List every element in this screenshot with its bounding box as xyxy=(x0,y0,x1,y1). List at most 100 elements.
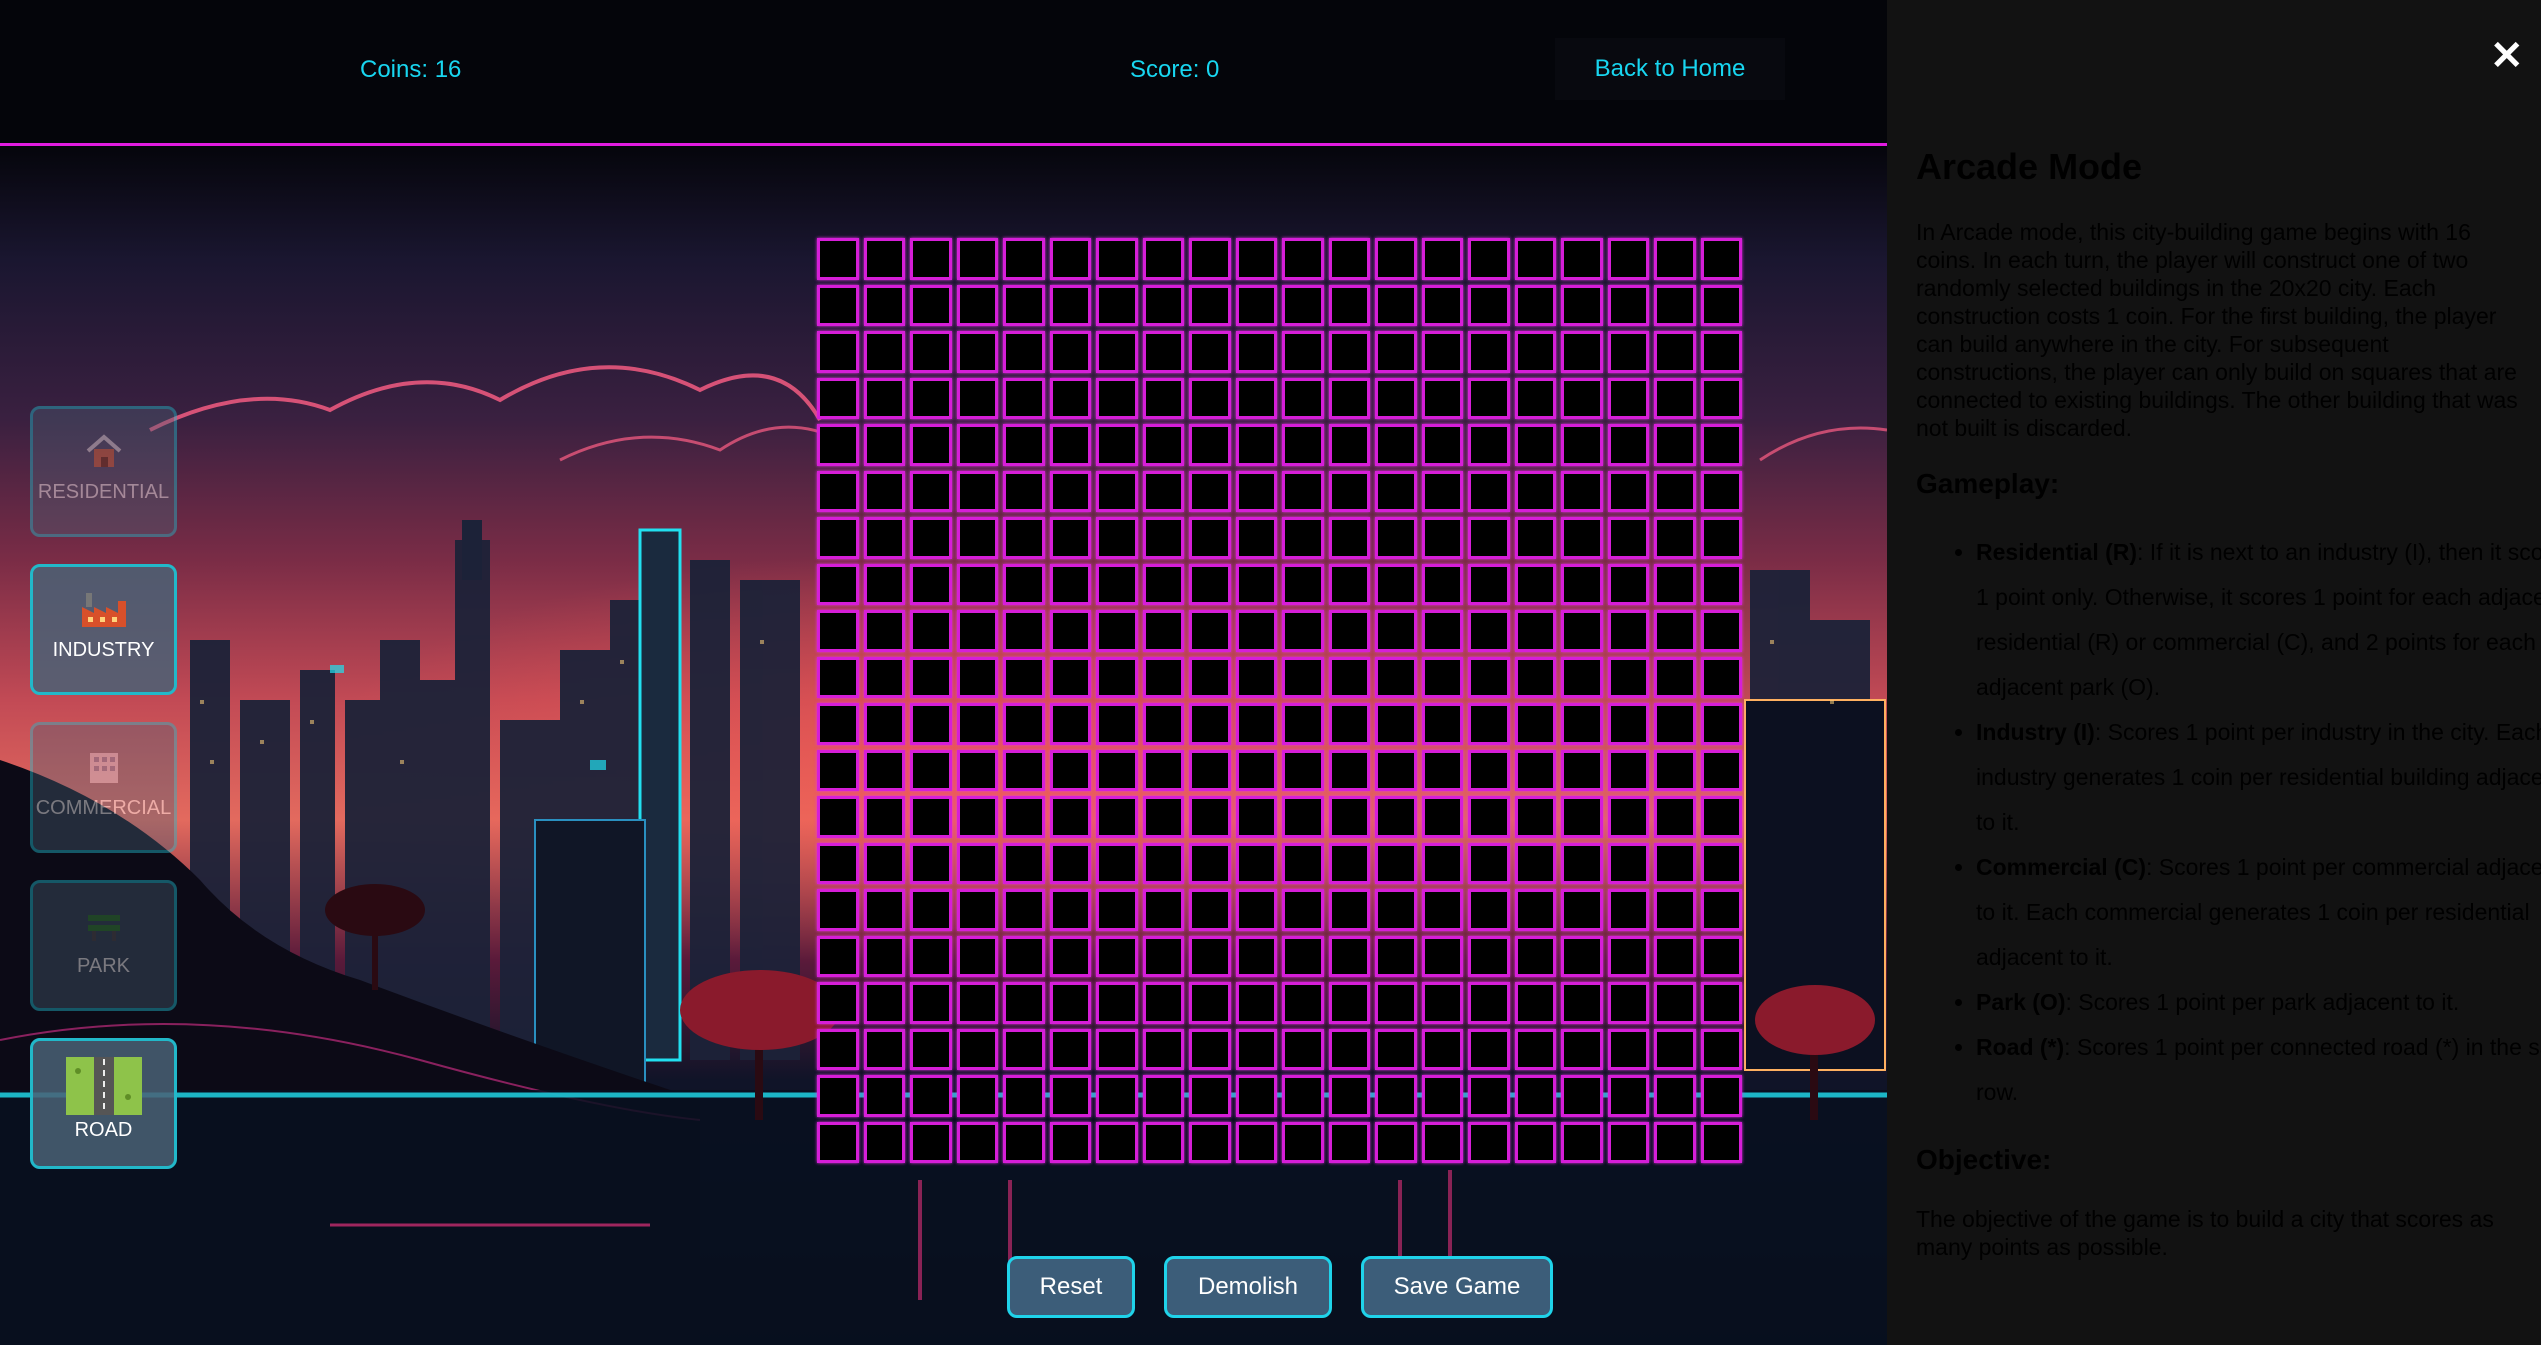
grid-cell[interactable] xyxy=(1328,284,1370,326)
grid-cell[interactable] xyxy=(1328,377,1370,419)
grid-cell[interactable] xyxy=(1282,703,1324,745)
grid-cell[interactable] xyxy=(1468,842,1510,884)
grid-cell[interactable] xyxy=(863,377,905,419)
grid-cell[interactable] xyxy=(863,563,905,605)
grid-cell[interactable] xyxy=(1375,935,1417,977)
grid-cell[interactable] xyxy=(1468,935,1510,977)
grid-cell[interactable] xyxy=(1142,1075,1184,1117)
grid-cell[interactable] xyxy=(863,470,905,512)
grid-cell[interactable] xyxy=(910,563,952,605)
grid-cell[interactable] xyxy=(1654,1121,1696,1163)
grid-cell[interactable] xyxy=(1235,284,1277,326)
grid-cell[interactable] xyxy=(1096,749,1138,791)
grid-cell[interactable] xyxy=(863,842,905,884)
grid-cell[interactable] xyxy=(863,238,905,280)
grid-cell[interactable] xyxy=(1096,377,1138,419)
grid-cell[interactable] xyxy=(1561,610,1603,652)
grid-cell[interactable] xyxy=(863,1028,905,1070)
grid-cell[interactable] xyxy=(1561,470,1603,512)
grid-cell[interactable] xyxy=(1654,284,1696,326)
grid-cell[interactable] xyxy=(1235,935,1277,977)
grid-cell[interactable] xyxy=(1235,424,1277,466)
grid-cell[interactable] xyxy=(1607,610,1649,652)
grid-cell[interactable] xyxy=(1421,1075,1463,1117)
grid-cell[interactable] xyxy=(1468,796,1510,838)
grid-cell[interactable] xyxy=(1421,610,1463,652)
grid-cell[interactable] xyxy=(863,796,905,838)
grid-cell[interactable] xyxy=(1049,703,1091,745)
grid-cell[interactable] xyxy=(1468,424,1510,466)
grid-cell[interactable] xyxy=(1607,1121,1649,1163)
grid-cell[interactable] xyxy=(1514,470,1556,512)
grid-cell[interactable] xyxy=(956,1121,998,1163)
grid-cell[interactable] xyxy=(1142,1028,1184,1070)
grid-cell[interactable] xyxy=(1282,1028,1324,1070)
grid-cell[interactable] xyxy=(910,842,952,884)
grid-cell[interactable] xyxy=(1003,238,1045,280)
grid-cell[interactable] xyxy=(817,749,859,791)
grid-cell[interactable] xyxy=(1003,1028,1045,1070)
grid-cell[interactable] xyxy=(1282,982,1324,1024)
grid-cell[interactable] xyxy=(1096,1028,1138,1070)
grid-cell[interactable] xyxy=(1328,1121,1370,1163)
grid-cell[interactable] xyxy=(1328,796,1370,838)
grid-cell[interactable] xyxy=(1375,1028,1417,1070)
grid-cell[interactable] xyxy=(1468,1028,1510,1070)
grid-cell[interactable] xyxy=(1049,889,1091,931)
grid-cell[interactable] xyxy=(1049,377,1091,419)
grid-cell[interactable] xyxy=(1049,563,1091,605)
grid-cell[interactable] xyxy=(1049,842,1091,884)
grid-cell[interactable] xyxy=(1282,470,1324,512)
grid-cell[interactable] xyxy=(1561,703,1603,745)
grid-cell[interactable] xyxy=(1421,656,1463,698)
grid-cell[interactable] xyxy=(1189,1075,1231,1117)
grid-cell[interactable] xyxy=(1607,1028,1649,1070)
grid-cell[interactable] xyxy=(1282,610,1324,652)
grid-cell[interactable] xyxy=(1607,238,1649,280)
grid-cell[interactable] xyxy=(1375,1121,1417,1163)
grid-cell[interactable] xyxy=(1561,889,1603,931)
grid-cell[interactable] xyxy=(1561,842,1603,884)
grid-cell[interactable] xyxy=(1003,842,1045,884)
grid-cell[interactable] xyxy=(1003,610,1045,652)
grid-cell[interactable] xyxy=(1700,703,1742,745)
grid-cell[interactable] xyxy=(1282,1075,1324,1117)
grid-cell[interactable] xyxy=(1561,238,1603,280)
grid-cell[interactable] xyxy=(1049,470,1091,512)
grid-cell[interactable] xyxy=(863,284,905,326)
grid-cell[interactable] xyxy=(1421,470,1463,512)
grid-cell[interactable] xyxy=(1421,284,1463,326)
grid-cell[interactable] xyxy=(1514,610,1556,652)
grid-cell[interactable] xyxy=(863,517,905,559)
grid-cell[interactable] xyxy=(863,889,905,931)
grid-cell[interactable] xyxy=(1282,1121,1324,1163)
grid-cell[interactable] xyxy=(1003,656,1045,698)
grid-cell[interactable] xyxy=(1235,238,1277,280)
grid-cell[interactable] xyxy=(1142,749,1184,791)
grid-cell[interactable] xyxy=(1096,1075,1138,1117)
grid-cell[interactable] xyxy=(1282,238,1324,280)
grid-cell[interactable] xyxy=(1654,331,1696,373)
grid-cell[interactable] xyxy=(1282,331,1324,373)
grid-cell[interactable] xyxy=(1561,284,1603,326)
grid-cell[interactable] xyxy=(1607,377,1649,419)
grid-cell[interactable] xyxy=(1514,424,1556,466)
grid-cell[interactable] xyxy=(863,610,905,652)
grid-cell[interactable] xyxy=(956,656,998,698)
grid-cell[interactable] xyxy=(1049,424,1091,466)
grid-cell[interactable] xyxy=(1654,424,1696,466)
grid-cell[interactable] xyxy=(1514,935,1556,977)
grid-cell[interactable] xyxy=(1003,377,1045,419)
grid-cell[interactable] xyxy=(1328,238,1370,280)
grid-cell[interactable] xyxy=(1654,1075,1696,1117)
grid-cell[interactable] xyxy=(1096,656,1138,698)
grid-cell[interactable] xyxy=(817,1075,859,1117)
grid-cell[interactable] xyxy=(1607,982,1649,1024)
grid-cell[interactable] xyxy=(817,517,859,559)
grid-cell[interactable] xyxy=(1468,377,1510,419)
grid-cell[interactable] xyxy=(1654,935,1696,977)
grid-cell[interactable] xyxy=(1096,796,1138,838)
grid-cell[interactable] xyxy=(1514,796,1556,838)
grid-cell[interactable] xyxy=(1561,749,1603,791)
grid-cell[interactable] xyxy=(1049,517,1091,559)
